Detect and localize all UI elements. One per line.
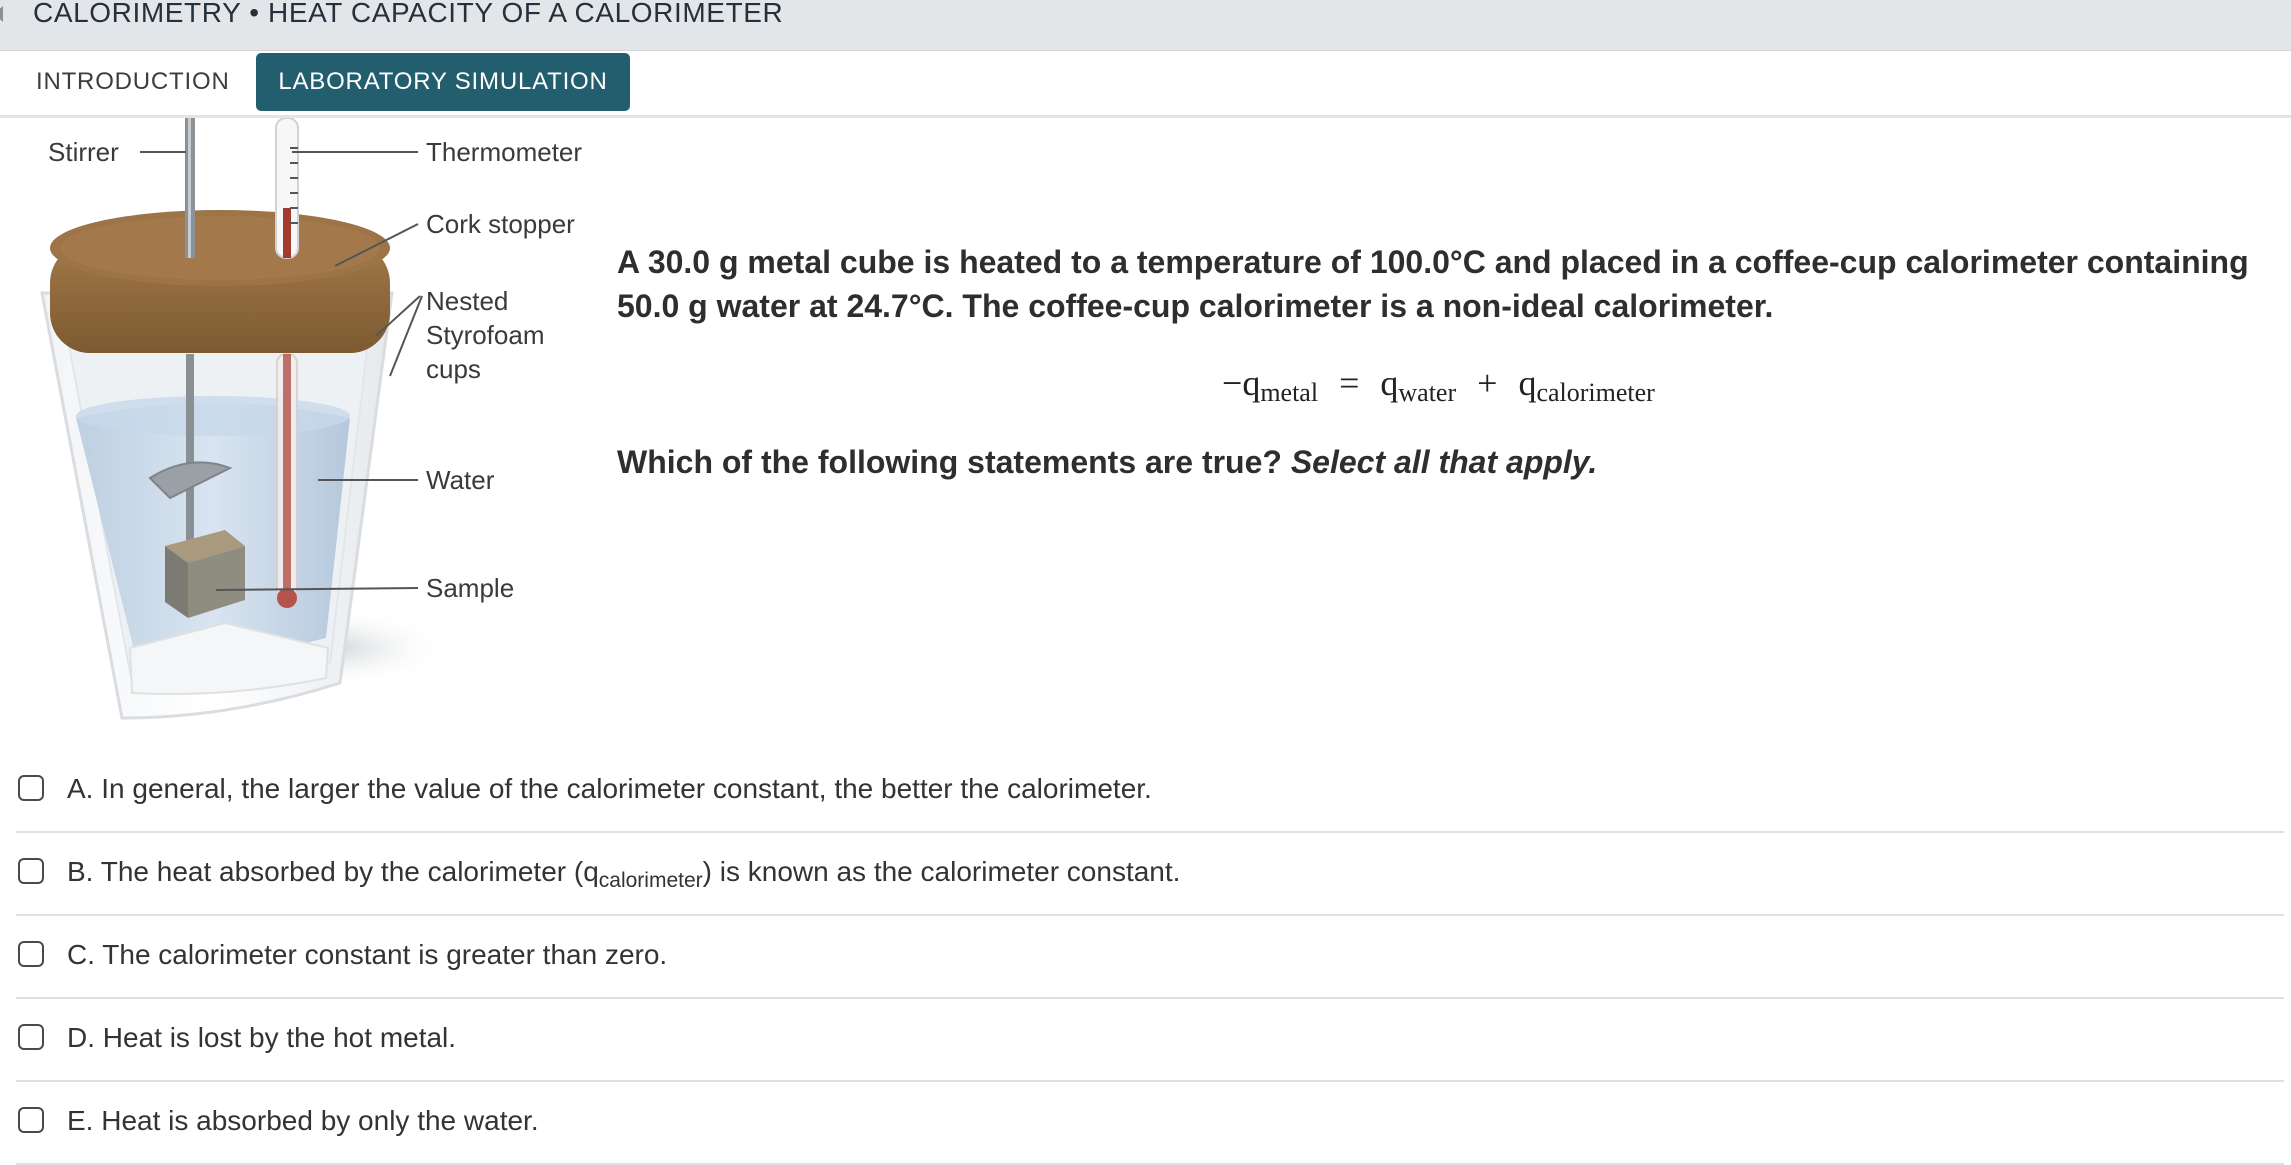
- header-bar: CALORIMETRY • HEAT CAPACITY OF A CALORIM…: [0, 0, 2291, 51]
- checkbox-icon[interactable]: [18, 1024, 44, 1050]
- eq-plus: +: [1477, 363, 1498, 403]
- heat-equation: −qmetal = qwater + qcalorimeter: [1222, 362, 1655, 408]
- label-nested-line1: Nested: [426, 286, 509, 316]
- option-c[interactable]: C. The calorimeter constant is greater t…: [16, 916, 2284, 999]
- prompt-emphasis: Select all that apply.: [1290, 444, 1598, 480]
- tab-bar: INTRODUCTION LABORATORY SIMULATION: [0, 51, 2291, 118]
- option-b-text-after: ) is known as the calorimeter constant.: [702, 856, 1181, 887]
- option-d-label: D. Heat is lost by the hot metal.: [67, 1022, 457, 1053]
- tab-laboratory-simulation[interactable]: LABORATORY SIMULATION: [256, 53, 630, 111]
- eq-minus: −: [1222, 363, 1243, 403]
- question-prompt: Which of the following statements are tr…: [617, 440, 1597, 484]
- eq-equals: =: [1339, 363, 1360, 403]
- eq-sub-metal: metal: [1260, 378, 1319, 407]
- stirrer-rod-bottom: [186, 354, 194, 564]
- tab-introduction[interactable]: INTRODUCTION: [36, 53, 230, 111]
- option-b[interactable]: B. The heat absorbed by the calorimeter …: [16, 833, 2284, 916]
- label-thermometer: Thermometer: [426, 137, 583, 167]
- back-caret-icon[interactable]: [0, 6, 3, 22]
- checkbox-icon[interactable]: [18, 775, 44, 801]
- prompt-text: Which of the following statements are tr…: [617, 444, 1282, 480]
- water-surface: [76, 396, 350, 436]
- option-d[interactable]: D. Heat is lost by the hot metal.: [16, 999, 2284, 1082]
- option-b-label: B. The heat absorbed by the calorimeter …: [67, 852, 1180, 901]
- label-nested-line2: Styrofoam: [426, 320, 545, 350]
- calorimeter-diagram: Stirrer Thermometer Cork stopper Nested …: [0, 118, 600, 728]
- eq-sub-water: water: [1398, 378, 1457, 407]
- option-a[interactable]: A. In general, the larger the value of t…: [16, 750, 2284, 833]
- eq-q-water: q: [1380, 363, 1399, 403]
- option-e-label: E. Heat is absorbed by only the water.: [67, 1105, 539, 1136]
- answer-options: A. In general, the larger the value of t…: [16, 750, 2284, 1165]
- option-a-label: A. In general, the larger the value of t…: [67, 773, 1152, 804]
- option-b-text-before: B. The heat absorbed by the calorimeter …: [67, 856, 599, 887]
- label-stirrer: Stirrer: [48, 137, 119, 167]
- thermometer-bulb: [277, 588, 297, 608]
- eq-q-calorimeter: q: [1518, 363, 1537, 403]
- checkbox-icon[interactable]: [18, 858, 44, 884]
- option-b-subscript: calorimeter: [598, 869, 703, 892]
- eq-sub-calorimeter: calorimeter: [1536, 378, 1655, 407]
- eq-q-metal: q: [1242, 363, 1261, 403]
- checkbox-icon[interactable]: [18, 1107, 44, 1133]
- label-water: Water: [426, 465, 495, 495]
- label-cork-stopper: Cork stopper: [426, 209, 575, 239]
- option-e[interactable]: E. Heat is absorbed by only the water.: [16, 1082, 2284, 1165]
- page-title: CALORIMETRY • HEAT CAPACITY OF A CALORIM…: [33, 0, 784, 28]
- checkbox-icon[interactable]: [18, 941, 44, 967]
- label-nested-line3: cups: [426, 354, 481, 384]
- label-sample: Sample: [426, 573, 515, 603]
- question-text: A 30.0 g metal cube is heated to a tempe…: [617, 244, 2249, 324]
- option-c-label: C. The calorimeter constant is greater t…: [67, 939, 668, 970]
